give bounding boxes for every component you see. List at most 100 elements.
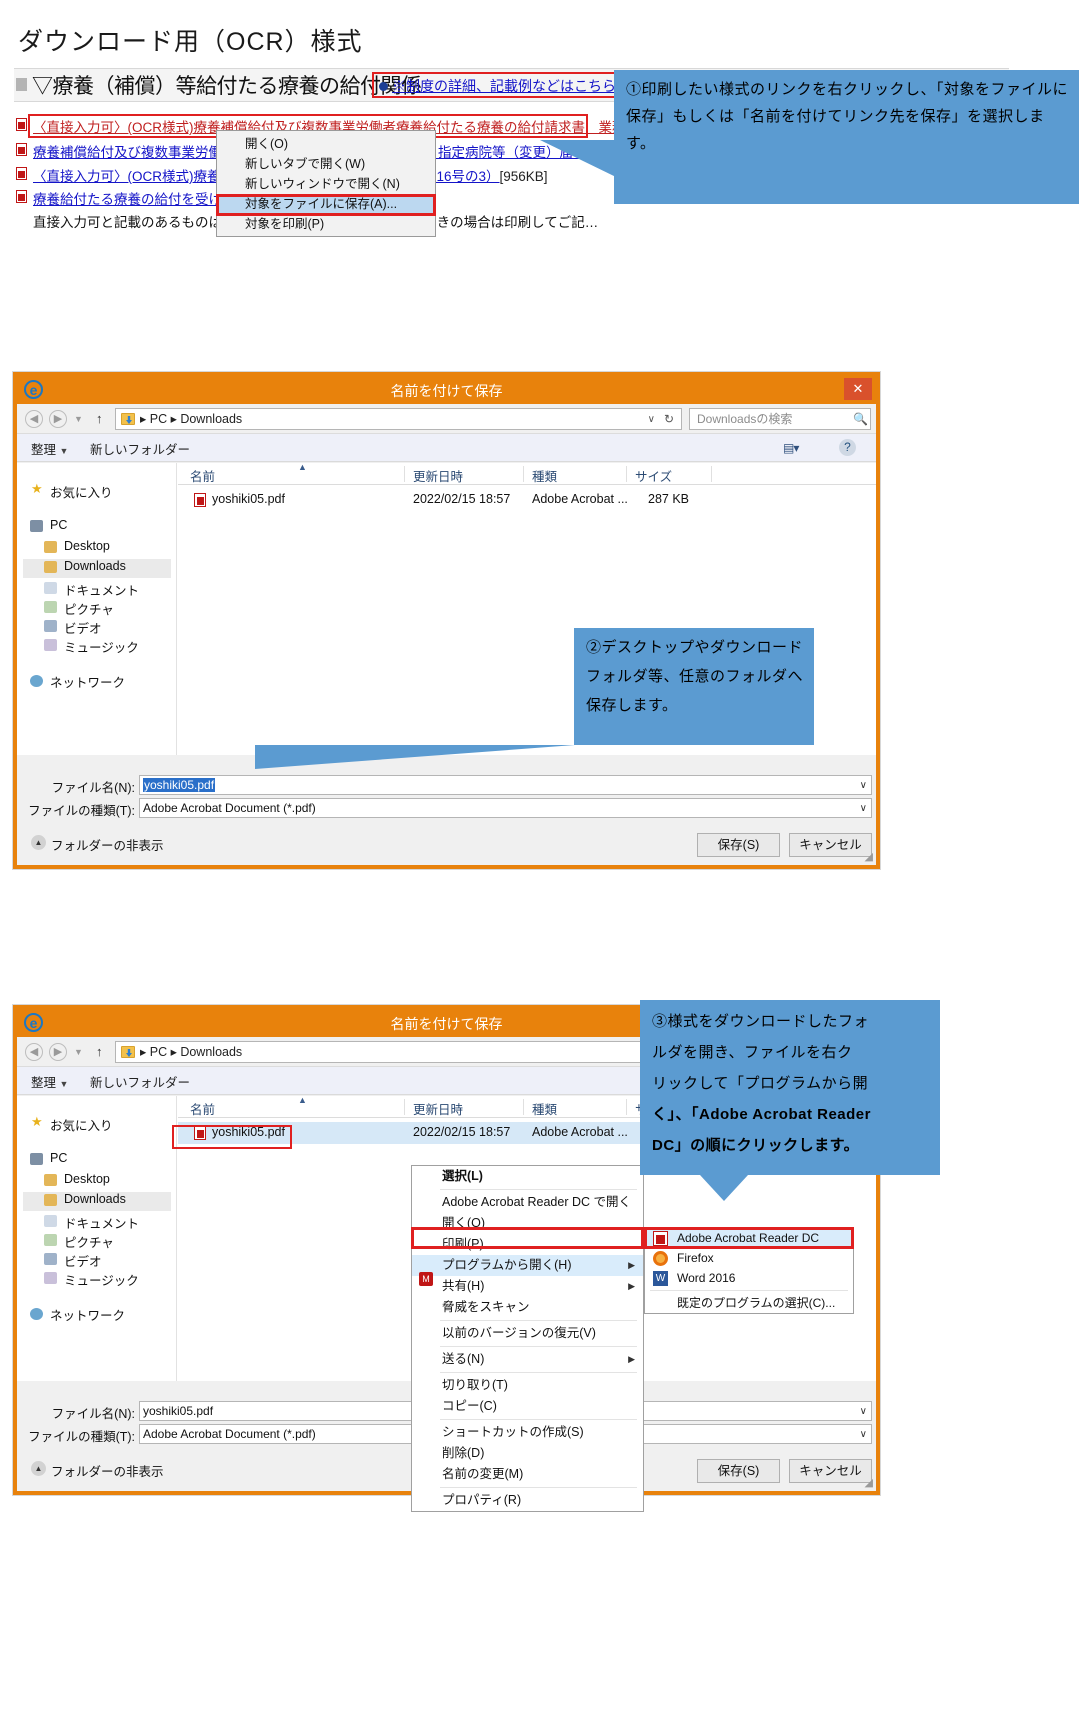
search-icon[interactable]: 🔍 — [853, 412, 870, 426]
submenu-item-firefox[interactable]: Firefox — [645, 1248, 853, 1268]
context-menu-item-rename[interactable]: 名前の変更(M) — [412, 1464, 643, 1485]
chevron-down-icon[interactable]: ∨ — [860, 1402, 867, 1421]
documents-icon — [44, 1215, 57, 1227]
context-menu-item-create-shortcut[interactable]: ショートカットの作成(S) — [412, 1422, 643, 1443]
refresh-icon[interactable]: ↻ — [664, 409, 674, 430]
submenu-item-choose-default-program[interactable]: 既定のプログラムの選択(C)... — [645, 1293, 853, 1313]
new-folder-button[interactable]: 新しいフォルダー — [90, 439, 190, 458]
view-layout-icon[interactable]: ▤▾ — [783, 441, 798, 455]
filename-input[interactable]: yoshiki05.pdf∨ — [139, 775, 872, 795]
cancel-button[interactable]: キャンセル — [789, 1459, 872, 1483]
collapse-icon[interactable]: ▲ — [31, 835, 46, 850]
back-button[interactable]: ◀ — [25, 410, 43, 428]
column-header-name[interactable]: 名前 — [190, 466, 215, 485]
nav-item-desktop[interactable]: Desktop — [64, 1172, 110, 1186]
context-menu-item-restore-versions[interactable]: 以前のバージョンの復元(V) — [412, 1323, 643, 1344]
context-menu-item-properties[interactable]: プロパティ(R) — [412, 1490, 643, 1511]
column-header-type[interactable]: 種類 — [532, 466, 557, 485]
table-row[interactable]: yoshiki05.pdf 2022/02/15 18:57 Adobe Acr… — [178, 489, 876, 511]
context-menu-item-copy[interactable]: コピー(C) — [412, 1396, 643, 1417]
recent-locations-icon[interactable]: ▼ — [74, 414, 83, 424]
nav-item-music[interactable]: ミュージック — [64, 1270, 139, 1289]
nav-item-documents[interactable]: ドキュメント — [64, 580, 139, 599]
context-menu-item-open-with[interactable]: プログラムから開く(H)▶ — [412, 1255, 643, 1276]
breadcrumb[interactable]: ▸ PC ▸ Downloads — [140, 409, 242, 430]
column-header-size[interactable]: サイズ — [635, 466, 672, 485]
nav-item-network[interactable]: ネットワーク — [50, 672, 125, 691]
column-header-type[interactable]: 種類 — [532, 1099, 557, 1118]
save-button[interactable]: 保存(S) — [697, 833, 780, 857]
browser-context-menu[interactable]: 開く(O) 新しいタブで開く(W) 新しいウィンドウで開く(N) 対象をファイル… — [216, 130, 436, 237]
address-bar[interactable]: ▸ PC ▸ Downloads ∨ ↻ — [115, 408, 682, 430]
navigation-pane[interactable]: ★ お気に入り PC Desktop Downloads ドキュメント ピクチャ… — [17, 1096, 177, 1381]
forward-button[interactable]: ▶ — [49, 1043, 67, 1061]
column-divider[interactable] — [711, 466, 712, 482]
context-menu-item-open-new-window[interactable]: 新しいウィンドウで開く(N) — [217, 174, 435, 194]
save-as-dialog-1[interactable]: e 名前を付けて保存 ✕ ◀ ▶ ▼ ↑ ▸ PC ▸ Downloads ∨ … — [13, 372, 880, 869]
nav-item-videos[interactable]: ビデオ — [64, 1251, 102, 1270]
hide-folders-toggle[interactable]: フォルダーの非表示 — [51, 1461, 164, 1480]
cell-size: 287 KB — [648, 492, 689, 506]
context-menu-item-print-target[interactable]: 対象を印刷(P) — [217, 214, 435, 234]
submenu-item-word[interactable]: W Word 2016 — [645, 1268, 853, 1288]
column-header-name[interactable]: 名前 — [190, 1099, 215, 1118]
nav-item-videos[interactable]: ビデオ — [64, 618, 102, 637]
up-button[interactable]: ↑ — [96, 411, 103, 426]
recent-locations-icon[interactable]: ▼ — [74, 1047, 83, 1057]
cancel-button[interactable]: キャンセル — [789, 833, 872, 857]
column-divider[interactable] — [523, 466, 524, 482]
chevron-down-icon[interactable]: ∨ — [860, 799, 867, 818]
column-divider[interactable] — [404, 466, 405, 482]
breadcrumb[interactable]: ▸ PC ▸ Downloads — [140, 1042, 242, 1063]
nav-item-network[interactable]: ネットワーク — [50, 1305, 125, 1324]
file-context-menu[interactable]: 選択(L) Adobe Acrobat Reader DC で開く 開く(O) … — [411, 1165, 644, 1512]
nav-item-pc[interactable]: PC — [50, 518, 67, 532]
nav-item-documents[interactable]: ドキュメント — [64, 1213, 139, 1232]
context-menu-item-open-new-tab[interactable]: 新しいタブで開く(W) — [217, 154, 435, 174]
collapse-icon[interactable]: ▲ — [31, 1461, 46, 1476]
back-button[interactable]: ◀ — [25, 1043, 43, 1061]
context-menu-item-send-to[interactable]: 送る(N)▶ — [412, 1349, 643, 1370]
column-divider[interactable] — [404, 1099, 405, 1115]
up-button[interactable]: ↑ — [96, 1044, 103, 1059]
help-icon[interactable]: ? — [839, 439, 856, 456]
context-menu-item-open-with-acrobat[interactable]: Adobe Acrobat Reader DC で開く — [412, 1192, 643, 1213]
navigation-pane[interactable]: ★ お気に入り PC Desktop Downloads ドキュメント ピクチャ… — [17, 463, 177, 755]
header-link[interactable]: ※制度の詳細、記載例などはこちらを… — [392, 76, 644, 96]
nav-item-pc[interactable]: PC — [50, 1151, 67, 1165]
chevron-down-icon[interactable]: ∨ — [648, 409, 655, 430]
column-header-modified[interactable]: 更新日時 — [413, 1099, 463, 1118]
close-button[interactable]: ✕ — [844, 378, 872, 400]
context-menu-item-scan-threats[interactable]: 脅威をスキャン — [412, 1297, 643, 1318]
resize-grip[interactable]: ◢ — [865, 1476, 873, 1489]
chevron-down-icon: ▼ — [60, 1079, 69, 1089]
context-menu-item-select[interactable]: 選択(L) — [412, 1166, 643, 1187]
address-bar[interactable]: ▸ PC ▸ Downloads ∨ — [115, 1041, 682, 1063]
chevron-down-icon[interactable]: ∨ — [860, 776, 867, 795]
chevron-down-icon[interactable]: ∨ — [860, 1425, 867, 1444]
organize-button[interactable]: 整理 ▼ — [31, 439, 68, 458]
open-with-highlight-box — [411, 1227, 644, 1249]
context-menu-item-delete[interactable]: 削除(D) — [412, 1443, 643, 1464]
resize-grip[interactable]: ◢ — [865, 850, 873, 863]
search-input[interactable]: Downloadsの検索 — [689, 408, 871, 430]
hide-folders-toggle[interactable]: フォルダーの非表示 — [51, 835, 164, 854]
nav-item-favorites[interactable]: お気に入り — [50, 482, 113, 501]
save-button[interactable]: 保存(S) — [697, 1459, 780, 1483]
column-header-modified[interactable]: 更新日時 — [413, 466, 463, 485]
column-divider[interactable] — [626, 1099, 627, 1115]
context-menu-item-share[interactable]: 共有(H)▶ — [412, 1276, 643, 1297]
filetype-select[interactable]: Adobe Acrobat Document (*.pdf)∨ — [139, 798, 872, 818]
nav-item-favorites[interactable]: お気に入り — [50, 1115, 113, 1134]
nav-item-desktop[interactable]: Desktop — [64, 539, 110, 553]
nav-item-pictures[interactable]: ピクチャ — [64, 1232, 114, 1251]
organize-button[interactable]: 整理 ▼ — [31, 1072, 68, 1091]
new-folder-button[interactable]: 新しいフォルダー — [90, 1072, 190, 1091]
context-menu-item-open[interactable]: 開く(O) — [217, 134, 435, 154]
forward-button[interactable]: ▶ — [49, 410, 67, 428]
column-divider[interactable] — [626, 466, 627, 482]
column-divider[interactable] — [523, 1099, 524, 1115]
nav-item-music[interactable]: ミュージック — [64, 637, 139, 656]
nav-item-pictures[interactable]: ピクチャ — [64, 599, 114, 618]
context-menu-item-cut[interactable]: 切り取り(T) — [412, 1375, 643, 1396]
